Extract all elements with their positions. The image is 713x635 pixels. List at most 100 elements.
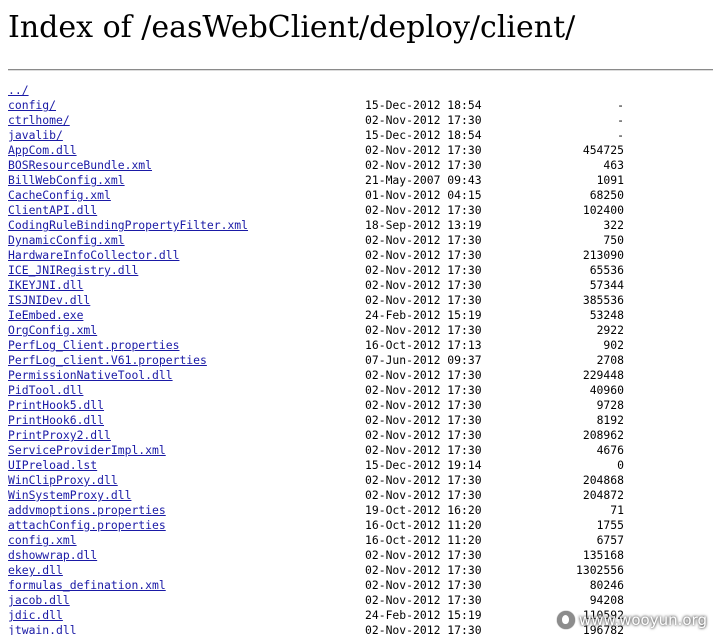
listing-row: DynamicConfig.xml 02-Nov-2012 17:30 750 (0, 233, 713, 248)
file-link[interactable]: jtwain.dll (8, 623, 77, 635)
file-size: 135168 (582, 548, 624, 562)
file-link[interactable]: OrgConfig.xml (8, 323, 97, 338)
file-link[interactable]: PrintHook5.dll (8, 398, 104, 413)
modified-date: 02-Nov-2012 17:30 (365, 233, 482, 247)
file-link[interactable]: javalib/ (8, 128, 63, 143)
listing-row: BillWebConfig.xml 21-May-2007 09:43 1091 (0, 173, 713, 188)
file-size: 57344 (589, 278, 624, 292)
file-link[interactable]: dshowwrap.dll (8, 548, 97, 563)
file-size: 40960 (589, 383, 624, 397)
directory-listing: ../config/15-Dec-2012 18:54- ctrlhome/02-… (0, 83, 713, 635)
listing-row: javalib/15-Dec-2012 18:54 - (0, 128, 713, 143)
listing-row: PermissionNativeTool.dll 02-Nov-2012 17:3… (0, 368, 713, 383)
file-size: 9728 (596, 398, 624, 412)
modified-date: 02-Nov-2012 17:30 (365, 158, 482, 172)
file-link[interactable]: WinSystemProxy.dll (8, 488, 131, 503)
file-link[interactable]: IeEmbed.exe (8, 308, 83, 323)
file-link[interactable]: AppCom.dll (8, 143, 77, 158)
listing-row: attachConfig.properties 16-Oct-2012 11:20… (0, 518, 713, 533)
file-link[interactable]: formulas_defination.xml (8, 578, 166, 593)
file-size: 102400 (582, 203, 624, 217)
modified-date: 02-Nov-2012 17:30 (365, 488, 482, 502)
watermark: www.wooyun.org (556, 608, 707, 632)
file-size: 463 (603, 158, 624, 172)
file-link[interactable]: CacheConfig.xml (8, 188, 111, 203)
modified-date: 02-Nov-2012 17:30 (365, 323, 482, 337)
file-size: 902 (603, 338, 624, 352)
modified-date: 02-Nov-2012 17:30 (365, 263, 482, 277)
parent-directory-link[interactable]: ../ (8, 83, 29, 98)
listing-row: AppCom.dll 02-Nov-2012 17:30 454725 (0, 143, 713, 158)
file-size: - (617, 98, 624, 112)
file-link[interactable]: PerfLog_client.V61.properties (8, 353, 207, 368)
listing-row: ISJNIDev.dll 02-Nov-2012 17:30 385536 (0, 293, 713, 308)
file-size: 204872 (582, 488, 624, 502)
file-link[interactable]: ClientAPI.dll (8, 203, 97, 218)
file-size: 68250 (589, 188, 624, 202)
file-link[interactable]: HardwareInfoCollector.dll (8, 248, 179, 263)
file-size: 1302556 (575, 563, 624, 577)
file-size: 385536 (582, 293, 624, 307)
modified-date: 16-Oct-2012 11:20 (365, 533, 482, 547)
listing-row: IKEYJNI.dll 02-Nov-2012 17:30 57344 (0, 278, 713, 293)
file-link[interactable]: jdic.dll (8, 608, 63, 623)
watermark-text: www.wooyun.org (578, 611, 707, 629)
modified-date: 01-Nov-2012 04:15 (365, 188, 482, 202)
file-link[interactable]: CodingRuleBindingPropertyFilter.xml (8, 218, 248, 233)
modified-date: 02-Nov-2012 17:30 (365, 593, 482, 607)
page-title: Index of /easWebClient/deploy/client/ (8, 10, 576, 45)
file-size: 750 (603, 233, 624, 247)
listing-row: ClientAPI.dll 02-Nov-2012 17:30 102400 (0, 203, 713, 218)
file-size: 8192 (596, 413, 624, 427)
file-link[interactable]: PrintProxy2.dll (8, 428, 111, 443)
file-size: 6757 (596, 533, 624, 547)
file-link[interactable]: ekey.dll (8, 563, 63, 578)
listing-row: PidTool.dll 02-Nov-2012 17:30 40960 (0, 383, 713, 398)
modified-date: 02-Nov-2012 17:30 (365, 563, 482, 577)
file-link[interactable]: config/ (8, 98, 56, 113)
file-link[interactable]: attachConfig.properties (8, 518, 166, 533)
file-link[interactable]: BOSResourceBundle.xml (8, 158, 152, 173)
file-link[interactable]: ServiceProviderImpl.xml (8, 443, 166, 458)
file-link[interactable]: DynamicConfig.xml (8, 233, 125, 248)
file-size: 4676 (596, 443, 624, 457)
modified-date: 02-Nov-2012 17:30 (365, 428, 482, 442)
file-link[interactable]: PermissionNativeTool.dll (8, 368, 173, 383)
file-size: 2922 (596, 323, 624, 337)
file-link[interactable]: WinClipProxy.dll (8, 473, 118, 488)
file-size: 71 (610, 503, 624, 517)
file-link[interactable]: ICE_JNIRegistry.dll (8, 263, 138, 278)
modified-date: 02-Nov-2012 17:30 (365, 203, 482, 217)
listing-row: ekey.dll 02-Nov-2012 17:30 1302556 (0, 563, 713, 578)
file-link[interactable]: ISJNIDev.dll (8, 293, 90, 308)
listing-row: dshowwrap.dll 02-Nov-2012 17:30 135168 (0, 548, 713, 563)
modified-date: 21-May-2007 09:43 (365, 173, 482, 187)
file-link[interactable]: PrintHook6.dll (8, 413, 104, 428)
listing-row: jacob.dll 02-Nov-2012 17:30 94208 (0, 593, 713, 608)
file-size: 454725 (582, 143, 624, 157)
listing-row: PerfLog_client.V61.properties 07-Jun-2012… (0, 353, 713, 368)
file-size: - (617, 113, 624, 127)
file-link[interactable]: addvmoptions.properties (8, 503, 166, 518)
file-link[interactable]: config.xml (8, 533, 77, 548)
file-link[interactable]: UIPreload.lst (8, 458, 97, 473)
listing-row: PrintProxy2.dll 02-Nov-2012 17:30 208962 (0, 428, 713, 443)
modified-date: 19-Oct-2012 16:20 (365, 503, 482, 517)
modified-date: 02-Nov-2012 17:30 (365, 548, 482, 562)
file-link[interactable]: ctrlhome/ (8, 113, 70, 128)
listing-row: IeEmbed.exe 24-Feb-2012 15:19 53248 (0, 308, 713, 323)
modified-date: 02-Nov-2012 17:30 (365, 473, 482, 487)
listing-row: UIPreload.lst 15-Dec-2012 19:14 0 (0, 458, 713, 473)
modified-date: 02-Nov-2012 17:30 (365, 413, 482, 427)
modified-date: 02-Nov-2012 17:30 (365, 368, 482, 382)
listing-row: ../ (0, 83, 713, 98)
wooyun-logo-icon (556, 611, 575, 629)
file-link[interactable]: IKEYJNI.dll (8, 278, 83, 293)
file-link[interactable]: PidTool.dll (8, 383, 83, 398)
modified-date: 02-Nov-2012 17:30 (365, 578, 482, 592)
file-size: 53248 (589, 308, 624, 322)
file-link[interactable]: jacob.dll (8, 593, 70, 608)
modified-date: 07-Jun-2012 09:37 (365, 353, 482, 367)
file-link[interactable]: PerfLog_Client.properties (8, 338, 179, 353)
file-link[interactable]: BillWebConfig.xml (8, 173, 125, 188)
